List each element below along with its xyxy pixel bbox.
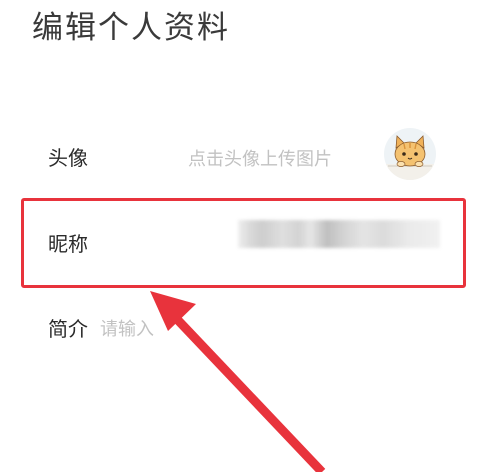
arrow-annotation — [150, 291, 326, 472]
